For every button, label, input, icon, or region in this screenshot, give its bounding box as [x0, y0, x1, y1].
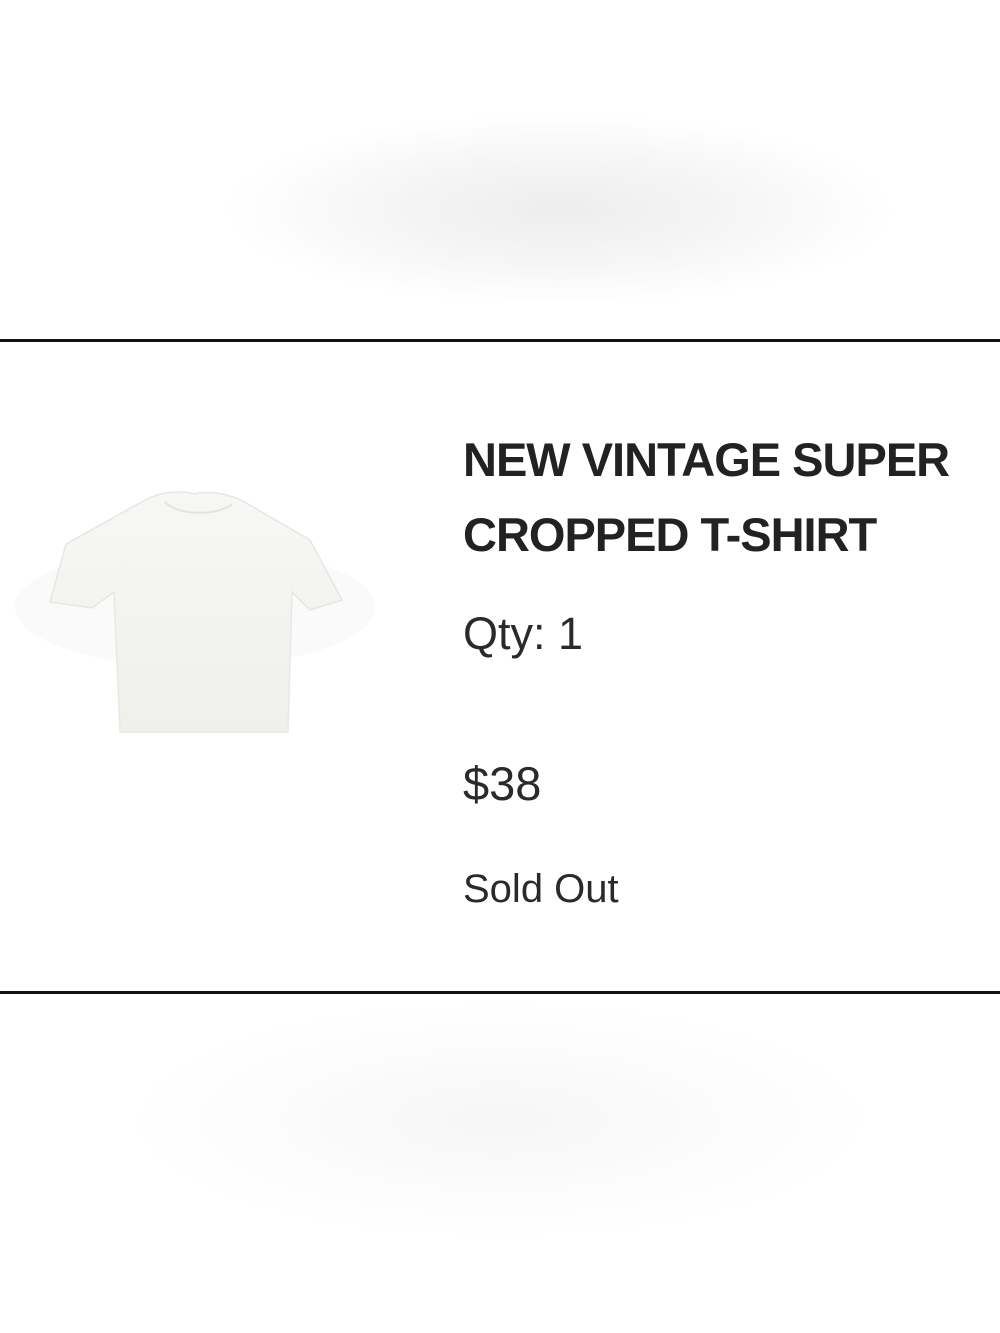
- blurred-background-top: [0, 0, 1000, 300]
- blurred-background-bottom: [0, 1000, 1000, 1333]
- product-thumbnail[interactable]: [10, 482, 380, 742]
- product-price: $38: [463, 757, 542, 810]
- tshirt-icon: [15, 491, 375, 733]
- cart-item-card: NEW VINTAGE SUPER CROPPED T-SHIRT Qty: 1…: [0, 339, 1000, 994]
- quantity-label: Qty: 1: [463, 608, 584, 659]
- stock-status: Sold Out: [463, 867, 619, 911]
- product-title[interactable]: NEW VINTAGE SUPER CROPPED T-SHIRT: [463, 422, 998, 572]
